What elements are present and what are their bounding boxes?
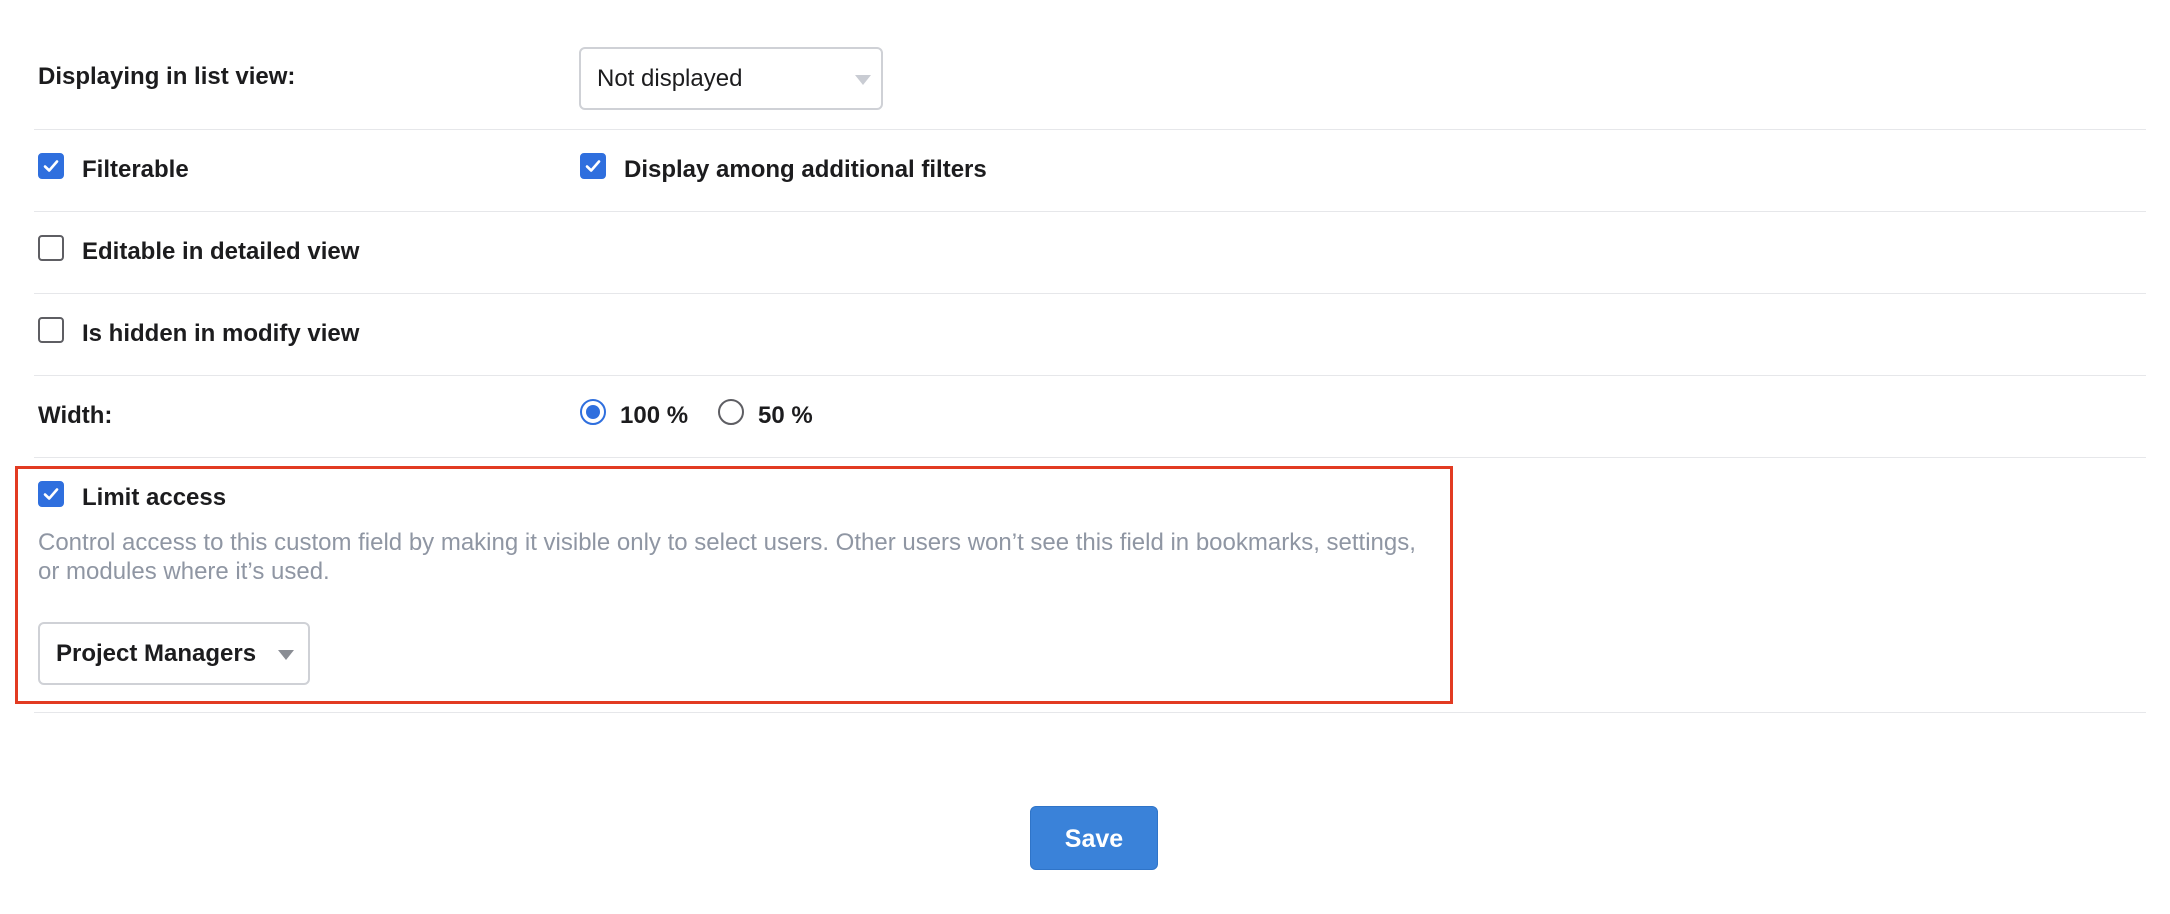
limit-access-label: Limit access (82, 484, 227, 511)
checkmark-icon (43, 488, 59, 500)
additional-filters-checkbox[interactable] (580, 153, 606, 179)
divider-list-view (34, 0, 2146, 130)
editable-detailed-checkbox[interactable] (38, 235, 64, 261)
hidden-modify-label: Is hidden in modify view (82, 320, 360, 347)
width-label: Width: (38, 402, 113, 429)
width-radio-50[interactable] (718, 399, 744, 425)
save-button[interactable]: Save (1030, 806, 1158, 870)
limit-access-checkbox[interactable] (38, 481, 64, 507)
editable-detailed-label: Editable in detailed view (82, 238, 360, 265)
hidden-modify-checkbox[interactable] (38, 317, 64, 343)
user-group-select[interactable]: Project Managers (38, 622, 310, 685)
list-view-select-value: Not displayed (597, 65, 743, 92)
user-group-select-value: Project Managers (56, 640, 257, 667)
width-option-100-label: 100 % (620, 402, 689, 429)
divider-filterable (34, 129, 2146, 212)
filterable-checkbox[interactable] (38, 153, 64, 179)
width-radio-100[interactable] (580, 399, 606, 425)
width-option-50-label: 50 % (758, 402, 813, 429)
chevron-down-icon (278, 650, 294, 660)
list-view-label: Displaying in list view: (38, 63, 296, 90)
chevron-down-icon (855, 75, 871, 85)
checkmark-icon (43, 160, 59, 172)
additional-filters-label: Display among additional filters (624, 156, 987, 183)
checkmark-icon (585, 160, 601, 172)
list-view-select[interactable]: Not displayed (579, 47, 883, 110)
filterable-label: Filterable (82, 156, 189, 183)
divider-width (34, 375, 2146, 458)
limit-access-description: Control access to this custom field by m… (38, 529, 1416, 585)
